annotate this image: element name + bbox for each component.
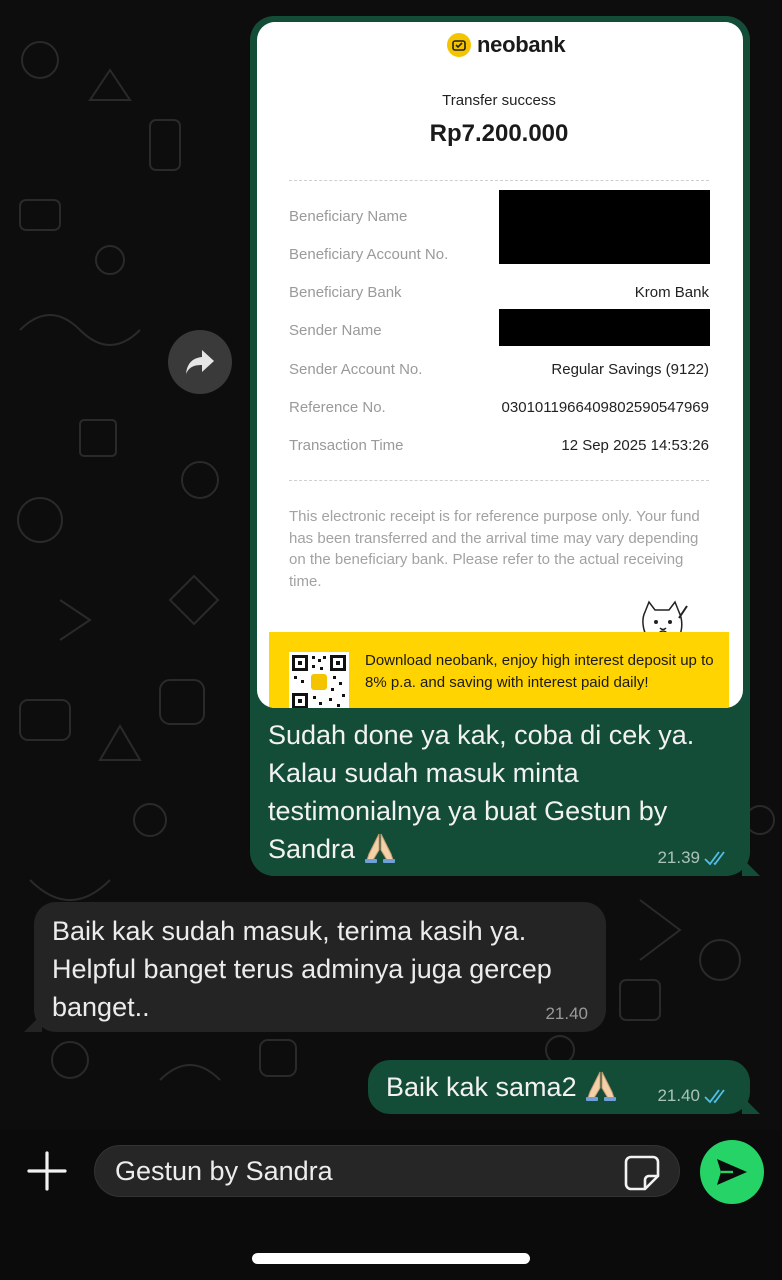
outgoing-message[interactable]: Baik kak sama2 21.40 xyxy=(368,1060,760,1114)
message-body: Baik kak sudah masuk, terima kasih ya. H… xyxy=(52,916,552,1022)
read-receipt-icon xyxy=(704,851,725,866)
message-text: Sudah done ya kak, coba di cek ya. Kalau… xyxy=(268,716,738,868)
message-time: 21.40 xyxy=(657,1086,700,1105)
bubble-tail xyxy=(742,1096,760,1114)
message-text: Baik kak sama2 xyxy=(386,1068,618,1106)
redaction-block xyxy=(499,309,710,346)
receipt-row: Reference No. 0301011966409802590547969 xyxy=(289,399,709,421)
message-body: Sudah done ya kak, coba di cek ya. Kalau… xyxy=(268,720,695,864)
message-meta: 21.40 xyxy=(545,1004,588,1024)
home-indicator xyxy=(252,1253,530,1264)
message-composer: Gestun by Sandra xyxy=(0,1130,782,1280)
divider xyxy=(289,480,709,481)
brand-name: neobank xyxy=(477,32,566,57)
receipt-content: neobank Transfer success Rp7.200.000 Ben… xyxy=(269,22,729,708)
plus-icon[interactable] xyxy=(26,1150,68,1192)
incoming-message[interactable]: Baik kak sudah masuk, terima kasih ya. H… xyxy=(24,902,606,1032)
row-label: Beneficiary Account No. xyxy=(289,246,449,263)
promo-text: Download neobank, enjoy high interest de… xyxy=(365,652,714,691)
folded-hands-icon xyxy=(586,1071,617,1101)
bubble-tail xyxy=(24,1014,42,1032)
transfer-status: Transfer success xyxy=(442,92,556,109)
neobank-logo-icon xyxy=(447,33,471,57)
row-label: Beneficiary Name xyxy=(289,208,408,225)
row-label: Reference No. xyxy=(289,399,386,416)
folded-hands-icon xyxy=(364,833,395,863)
send-button[interactable] xyxy=(700,1140,764,1204)
receipt-row: Sender Account No. Regular Savings (9122… xyxy=(289,361,709,383)
neobank-logo: neobank xyxy=(447,32,566,58)
redaction-block xyxy=(499,190,710,264)
forward-button[interactable] xyxy=(168,330,232,394)
message-meta: 21.40 xyxy=(657,1086,730,1106)
row-label: Beneficiary Bank xyxy=(289,284,402,301)
row-value: 12 Sep 2025 14:53:26 xyxy=(561,437,709,454)
message-input-value: Gestun by Sandra xyxy=(115,1156,333,1186)
sticker-icon[interactable] xyxy=(623,1154,661,1192)
row-value: Krom Bank xyxy=(634,284,709,301)
row-value: 0301011966409802590547969 xyxy=(501,399,709,416)
receipt-image[interactable]: neobank Transfer success Rp7.200.000 Ben… xyxy=(257,22,743,708)
transfer-amount: Rp7.200.000 xyxy=(429,120,569,147)
receipt-row: Transaction Time 12 Sep 2025 14:53:26 xyxy=(289,437,709,459)
outgoing-image-message[interactable]: neobank Transfer success Rp7.200.000 Ben… xyxy=(250,16,760,876)
send-icon xyxy=(717,1159,747,1185)
promo-banner: Download neobank, enjoy high interest de… xyxy=(269,632,729,708)
row-label: Sender Account No. xyxy=(289,361,423,378)
row-label: Transaction Time xyxy=(289,437,404,454)
receipt-disclaimer: This electronic receipt is for reference… xyxy=(289,508,700,590)
message-time: 21.40 xyxy=(545,1004,588,1023)
row-value: Regular Savings (9122) xyxy=(551,361,709,378)
forward-icon xyxy=(186,350,214,374)
message-body: Baik kak sama2 xyxy=(386,1072,577,1102)
message-input[interactable]: Gestun by Sandra xyxy=(94,1145,680,1197)
receipt-row: Beneficiary Bank Krom Bank xyxy=(289,284,709,306)
message-meta: 21.39 xyxy=(657,848,730,868)
row-label: Sender Name xyxy=(289,322,382,339)
bubble-tail xyxy=(742,858,760,876)
message-time: 21.39 xyxy=(657,848,700,867)
read-receipt-icon xyxy=(704,1089,725,1104)
divider xyxy=(289,180,709,181)
qr-code-icon xyxy=(289,652,349,708)
